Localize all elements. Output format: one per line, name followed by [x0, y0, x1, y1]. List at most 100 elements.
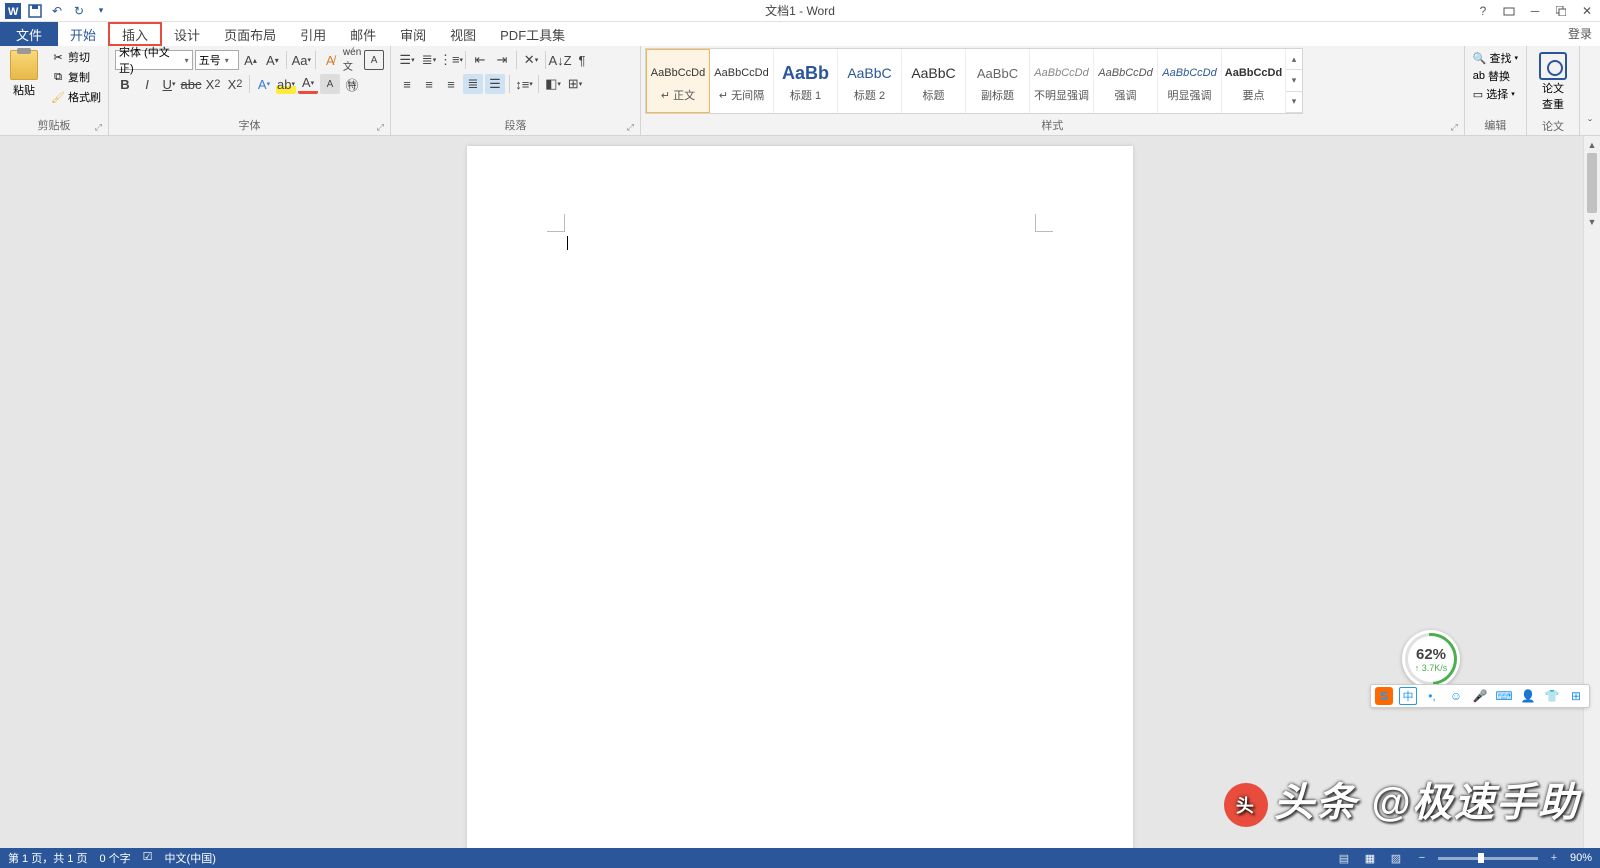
grow-font-button[interactable]: A▴ — [241, 50, 261, 70]
status-words[interactable]: 0 个字 — [99, 850, 130, 866]
distributed-button[interactable]: ☰ — [485, 74, 505, 94]
align-center-button[interactable]: ≡ — [419, 74, 439, 94]
italic-button[interactable]: I — [137, 74, 157, 94]
style-item-h2[interactable]: AaBbC标题 2 — [838, 49, 902, 113]
zoom-slider[interactable] — [1438, 857, 1538, 860]
status-page[interactable]: 第 1 页，共 1 页 — [8, 850, 87, 866]
clear-format-button[interactable]: A̸ — [320, 50, 340, 70]
login-link[interactable]: 登录 — [1568, 25, 1592, 42]
undo-icon[interactable]: ↶ — [48, 2, 66, 20]
ime-voice-icon[interactable]: 🎤 — [1471, 687, 1489, 705]
cut-button[interactable]: ✂剪切 — [48, 48, 104, 66]
style-item-intense-em[interactable]: AaBbCcDd明显强调 — [1158, 49, 1222, 113]
web-layout-icon[interactable]: ▨ — [1386, 850, 1406, 866]
replace-button[interactable]: ab替换 — [1473, 68, 1518, 84]
tab-file[interactable]: 文件 — [0, 22, 58, 46]
tab-home[interactable]: 开始 — [58, 22, 108, 46]
sogou-icon[interactable]: S — [1375, 687, 1393, 705]
highlight-button[interactable]: ab▾ — [276, 74, 296, 94]
font-name-combo[interactable]: 宋体 (中文正)▾ — [115, 50, 193, 70]
justify-button[interactable]: ≣ — [463, 74, 483, 94]
redo-icon[interactable]: ↻ — [70, 2, 88, 20]
status-proofing-icon[interactable]: ☑ — [143, 850, 153, 866]
print-layout-icon[interactable]: ▦ — [1360, 850, 1380, 866]
status-language[interactable]: 中文(中国) — [165, 850, 216, 866]
styles-launcher-icon[interactable]: ⤢ — [1451, 122, 1458, 133]
copy-button[interactable]: ⧉复制 — [48, 68, 104, 86]
shrink-font-button[interactable]: A▾ — [262, 50, 282, 70]
ime-skin-icon[interactable]: 👕 — [1543, 687, 1561, 705]
superscript-button[interactable]: X2 — [225, 74, 245, 94]
zoom-in-icon[interactable]: + — [1544, 850, 1564, 866]
maximize-icon[interactable] — [1552, 2, 1570, 20]
style-item-subtle-em[interactable]: AaBbCcDd不明显强调 — [1030, 49, 1094, 113]
text-effects-button[interactable]: A▾ — [254, 74, 274, 94]
bold-button[interactable]: B — [115, 74, 135, 94]
font-color-button[interactable]: A▾ — [298, 74, 318, 94]
ime-keyboard-icon[interactable]: ⌨ — [1495, 687, 1513, 705]
style-down-icon[interactable]: ▾ — [1286, 70, 1302, 91]
tab-references[interactable]: 引用 — [288, 22, 338, 46]
ime-toolbar[interactable]: S 中 •, ☺ 🎤 ⌨ 👤 👕 ⊞ — [1370, 684, 1590, 708]
style-item-body[interactable]: AaBbCcDd↵ 正文 — [646, 49, 710, 113]
strikethrough-button[interactable]: abc — [181, 74, 201, 94]
decrease-indent-button[interactable]: ⇤ — [470, 50, 490, 70]
tab-view[interactable]: 视图 — [438, 22, 488, 46]
ime-lang-button[interactable]: 中 — [1399, 687, 1417, 705]
scroll-down-icon[interactable]: ▼ — [1584, 213, 1600, 230]
char-shading-button[interactable]: A — [320, 74, 340, 94]
tab-mailings[interactable]: 邮件 — [338, 22, 388, 46]
shading-button[interactable]: ◧▾ — [543, 74, 563, 94]
char-border-button[interactable]: A — [364, 50, 384, 70]
style-item-h1[interactable]: AaBb标题 1 — [774, 49, 838, 113]
zoom-out-icon[interactable]: − — [1412, 850, 1432, 866]
style-up-icon[interactable]: ▴ — [1286, 49, 1302, 70]
zoom-level[interactable]: 90% — [1570, 852, 1592, 864]
multilevel-button[interactable]: ⋮≡▾ — [441, 50, 461, 70]
styles-gallery[interactable]: AaBbCcDd↵ 正文AaBbCcDd↵ 无间隔AaBb标题 1AaBbC标题… — [645, 48, 1303, 114]
borders-button[interactable]: ⊞▾ — [565, 74, 585, 94]
scroll-thumb[interactable] — [1587, 153, 1597, 213]
tab-pdf[interactable]: PDF工具集 — [488, 22, 577, 46]
font-size-combo[interactable]: 五号▾ — [195, 50, 239, 70]
paste-button[interactable]: 粘贴 — [4, 48, 44, 100]
style-item-nospace[interactable]: AaBbCcDd↵ 无间隔 — [710, 49, 774, 113]
qat-customize-icon[interactable]: ▾ — [92, 2, 110, 20]
ime-emoji-icon[interactable]: ☺ — [1447, 687, 1465, 705]
tab-design[interactable]: 设计 — [162, 22, 212, 46]
ime-user-icon[interactable]: 👤 — [1519, 687, 1537, 705]
ime-punct-icon[interactable]: •, — [1423, 687, 1441, 705]
tab-insert[interactable]: 插入 — [108, 22, 162, 46]
line-spacing-button[interactable]: ↕≡▾ — [514, 74, 534, 94]
close-icon[interactable]: ✕ — [1578, 2, 1596, 20]
read-mode-icon[interactable]: ▤ — [1334, 850, 1354, 866]
ime-toolbox-icon[interactable]: ⊞ — [1567, 687, 1585, 705]
help-icon[interactable]: ? — [1474, 2, 1492, 20]
align-left-button[interactable]: ≡ — [397, 74, 417, 94]
vertical-scrollbar[interactable]: ▲ ▼ — [1583, 136, 1600, 852]
subscript-button[interactable]: X2 — [203, 74, 223, 94]
phonetic-guide-button[interactable]: wén文 — [342, 50, 362, 70]
network-gauge[interactable]: 62% ↑ 3.7K/s — [1402, 630, 1460, 688]
format-painter-button[interactable]: 🖌格式刷 — [48, 88, 104, 106]
minimize-icon[interactable]: ─ — [1526, 2, 1544, 20]
change-case-button[interactable]: Aa▾ — [291, 50, 311, 70]
asian-layout-button[interactable]: ✕▾ — [521, 50, 541, 70]
tab-layout[interactable]: 页面布局 — [212, 22, 288, 46]
save-icon[interactable] — [26, 2, 44, 20]
enclose-char-button[interactable]: ㊕ — [342, 74, 362, 94]
align-right-button[interactable]: ≡ — [441, 74, 461, 94]
collapse-ribbon-icon[interactable]: ˇ — [1580, 46, 1600, 135]
document-page[interactable] — [467, 146, 1133, 852]
style-item-em[interactable]: AaBbCcDd强调 — [1094, 49, 1158, 113]
style-more-icon[interactable]: ▾ — [1286, 92, 1302, 113]
find-button[interactable]: 🔍查找 ▾ — [1473, 50, 1518, 66]
underline-button[interactable]: U▾ — [159, 74, 179, 94]
bullets-button[interactable]: ☰▾ — [397, 50, 417, 70]
ribbon-display-icon[interactable] — [1500, 2, 1518, 20]
numbering-button[interactable]: ≣▾ — [419, 50, 439, 70]
scroll-up-icon[interactable]: ▲ — [1584, 136, 1600, 153]
sort-button[interactable]: A↓Z — [550, 50, 570, 70]
tab-review[interactable]: 审阅 — [388, 22, 438, 46]
select-button[interactable]: ▭选择 ▾ — [1473, 86, 1518, 102]
